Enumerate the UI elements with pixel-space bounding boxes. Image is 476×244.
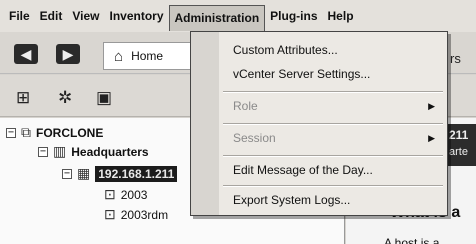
collapse-icon[interactable]: − (6, 127, 16, 138)
collapse-icon[interactable]: − (38, 146, 48, 157)
panel-text: A host is a (384, 236, 440, 244)
back-button[interactable]: ◀ (14, 44, 38, 64)
home-icon: ⌂ (114, 47, 124, 65)
vm-icon: ⊡ (104, 186, 116, 202)
submenu-arrow-icon: ▶ (428, 133, 435, 143)
menu-item-role[interactable]: Role (233, 99, 258, 113)
tree-label-host: 192.168.1.211 (95, 165, 178, 182)
menu-edit[interactable]: Edit (35, 5, 68, 27)
forward-button[interactable]: ▶ (56, 44, 80, 64)
menu-separator (223, 185, 443, 187)
toolbar-right-text: rs (450, 51, 461, 66)
menu-plugins[interactable]: Plug-ins (265, 5, 322, 27)
tree-node-root[interactable]: − ⧉ FORCLONE (6, 124, 103, 141)
tree-node-vm[interactable]: ⊡ 2003rdm (104, 206, 168, 223)
new-folder-icon[interactable]: ⊞ (16, 89, 30, 107)
menu-item-vcenter-settings[interactable]: vCenter Server Settings... (233, 67, 370, 81)
host-icon: ▦ (77, 165, 91, 181)
menu-administration[interactable]: Administration (168, 5, 266, 31)
vm-icon: ⊡ (104, 206, 116, 222)
add-host-icon[interactable]: ✲ (58, 89, 72, 107)
menu-bar: File Edit View Inventory Administration … (0, 0, 476, 32)
tree-node-datacenter[interactable]: − ▥ Headquarters (38, 143, 149, 160)
menu-item-custom-attributes[interactable]: Custom Attributes... (233, 43, 338, 57)
datacenter-icon: ▥ (53, 143, 67, 159)
menu-separator (223, 91, 443, 93)
tree-label-root: FORCLONE (36, 125, 104, 140)
arrow-left-icon: ◀ (20, 46, 32, 62)
menu-gutter (191, 32, 219, 215)
menu-separator (223, 123, 443, 125)
tree-label-vm: 2003rdm (120, 207, 169, 222)
panel-header: 211 arte (446, 124, 476, 166)
home-label: Home (131, 49, 164, 63)
vcenter-icon: ⧉ (21, 124, 31, 140)
tree-node-vm[interactable]: ⊡ 2003 (104, 186, 147, 203)
panel-header-title: 211 (449, 128, 469, 142)
tree-label-datacenter: Headquarters (71, 144, 149, 159)
new-vm-icon[interactable]: ▣ (96, 89, 112, 107)
menu-item-edit-motd[interactable]: Edit Message of the Day... (233, 163, 373, 177)
submenu-arrow-icon: ▶ (428, 101, 435, 111)
collapse-icon[interactable]: − (62, 168, 72, 179)
menu-help[interactable]: Help (323, 5, 359, 27)
menu-inventory[interactable]: Inventory (104, 5, 168, 27)
menu-view[interactable]: View (67, 5, 104, 27)
menu-file[interactable]: File (4, 5, 35, 27)
tree-node-host[interactable]: − ▦ 192.168.1.211 (62, 165, 178, 182)
panel-header-subtitle: arte (449, 146, 468, 158)
menu-item-export-logs[interactable]: Export System Logs... (233, 193, 350, 207)
administration-menu: Custom Attributes... vCenter Server Sett… (190, 31, 448, 216)
menu-item-session[interactable]: Session (233, 131, 276, 145)
home-button[interactable]: ⌂ Home (103, 42, 203, 70)
tree-label-vm: 2003 (120, 187, 148, 202)
arrow-right-icon: ▶ (62, 46, 74, 62)
menu-separator (223, 155, 443, 157)
